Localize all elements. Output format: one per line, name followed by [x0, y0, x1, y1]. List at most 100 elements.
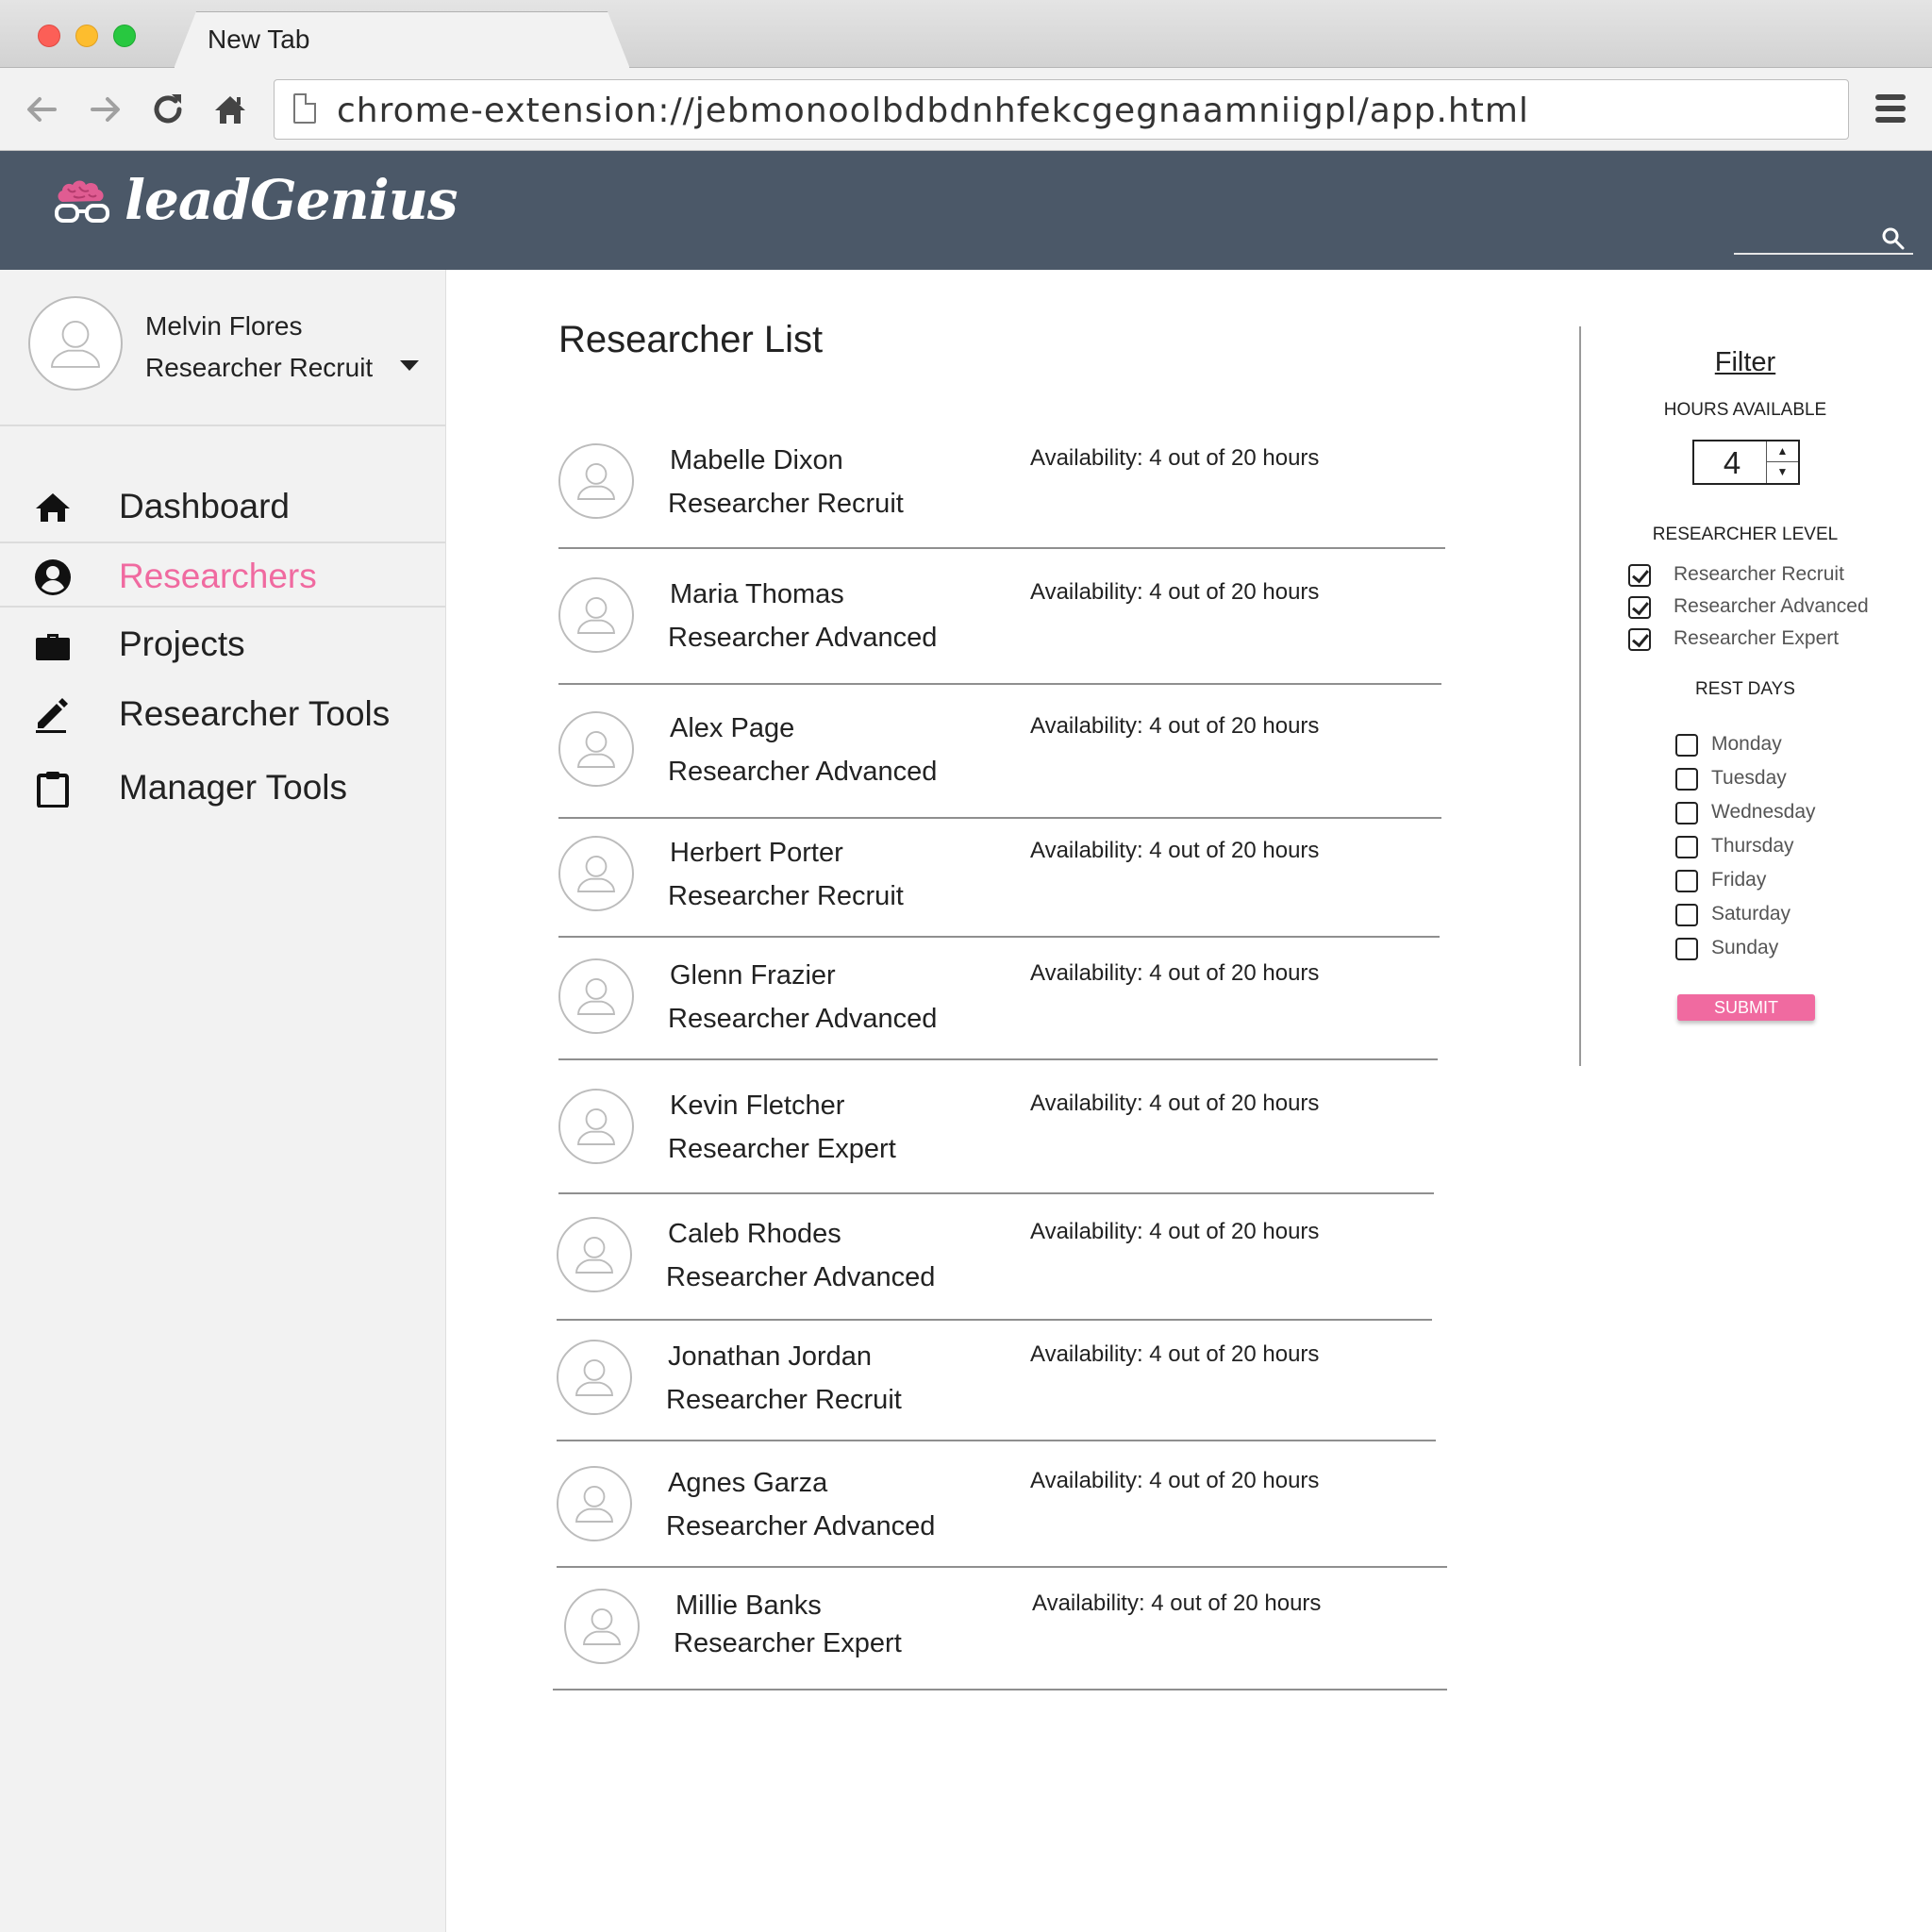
user-silhouette-icon	[577, 856, 615, 892]
avatar	[558, 1089, 634, 1164]
researcher-availability: Availability: 4 out of 20 hours	[1030, 713, 1320, 739]
checkbox-label: Saturday	[1711, 903, 1791, 924]
reload-icon[interactable]	[149, 91, 187, 128]
researcher-name: Mabelle Dixon	[670, 445, 843, 475]
browser-tab-bar: New Tab	[0, 0, 1932, 68]
hours-value[interactable]: 4	[1694, 445, 1770, 481]
researcher-name: Millie Banks	[675, 1591, 822, 1621]
checkbox[interactable]	[1628, 596, 1651, 619]
checkbox-label: Researcher Expert	[1674, 627, 1840, 649]
researcher-availability: Availability: 4 out of 20 hours	[1030, 445, 1320, 471]
checkbox-label: Monday	[1711, 733, 1782, 755]
chevron-down-icon[interactable]	[400, 360, 419, 371]
table-row[interactable]: Herbert Porter Researcher Recruit Availa…	[558, 819, 1440, 938]
researcher-availability: Availability: 4 out of 20 hours	[1030, 1341, 1320, 1367]
sidebar-item-label: Dashboard	[119, 487, 291, 525]
checkbox[interactable]	[1628, 628, 1651, 651]
rest-days-heading: REST DAYS	[1695, 679, 1795, 699]
profile-role: Researcher Recruit	[145, 353, 374, 382]
header-search-input[interactable]	[1734, 253, 1913, 255]
profile-name: Melvin Flores	[145, 311, 303, 341]
app-logo[interactable]: leadGenius	[125, 168, 458, 232]
researcher-availability: Availability: 4 out of 20 hours	[1030, 838, 1320, 863]
user-silhouette-icon	[575, 1359, 613, 1396]
researcher-role: Researcher Advanced	[668, 757, 938, 787]
table-row[interactable]: Alex Page Researcher Advanced Availabili…	[558, 694, 1441, 819]
hours-stepper[interactable]: 4 ▲ ▼	[1692, 440, 1800, 485]
avatar	[558, 958, 634, 1034]
table-row[interactable]: Maria Thomas Researcher Advanced Availab…	[558, 560, 1441, 685]
table-row[interactable]: Glenn Frazier Researcher Advanced Availa…	[558, 941, 1438, 1060]
sidebar-item-label: Researchers	[119, 557, 317, 595]
sidebar-item-label: Projects	[119, 625, 245, 663]
researcher-role: Researcher Expert	[674, 1628, 902, 1658]
home-icon	[36, 493, 70, 522]
sidebar-item-manager-tools[interactable]: Manager Tools	[0, 755, 445, 821]
maximize-window-button[interactable]	[113, 25, 136, 47]
browser-toolbar: chrome-extension://jebmonoolbdbdnhfekcge…	[0, 68, 1932, 151]
home-icon[interactable]	[211, 91, 249, 128]
checkbox[interactable]	[1675, 768, 1698, 791]
profile-card[interactable]: Melvin Flores Researcher Recruit	[0, 270, 445, 426]
avatar	[557, 1217, 632, 1292]
researcher-role: Researcher Advanced	[666, 1262, 936, 1292]
avatar	[558, 577, 634, 653]
hamburger-menu-icon[interactable]	[1875, 94, 1906, 123]
checkbox[interactable]	[1675, 904, 1698, 926]
user-silhouette-icon	[575, 1486, 613, 1523]
checkbox[interactable]	[1675, 836, 1698, 858]
forward-arrow-icon[interactable]	[87, 91, 125, 128]
sidebar-item-label: Manager Tools	[119, 768, 348, 807]
table-row[interactable]: Agnes Garza Researcher Advanced Availabi…	[557, 1449, 1447, 1568]
table-row[interactable]: Mabelle Dixon Researcher Recruit Availab…	[558, 426, 1445, 549]
url-text[interactable]: chrome-extension://jebmonoolbdbdnhfekcge…	[337, 92, 1529, 130]
researcher-availability: Availability: 4 out of 20 hours	[1030, 579, 1320, 605]
sidebar-item-researcher-tools[interactable]: Researcher Tools	[0, 681, 445, 747]
sidebar-item-researchers[interactable]: Researchers	[0, 541, 445, 608]
checkbox[interactable]	[1675, 734, 1698, 757]
user-silhouette-icon	[575, 1237, 613, 1274]
researcher-name: Agnes Garza	[668, 1468, 828, 1498]
table-row[interactable]: Caleb Rhodes Researcher Advanced Availab…	[557, 1200, 1432, 1321]
checkbox[interactable]	[1628, 564, 1651, 587]
user-silhouette-icon	[577, 597, 615, 634]
brain-glasses-logo-icon	[55, 180, 109, 223]
sidebar-item-dashboard[interactable]: Dashboard	[0, 474, 445, 540]
table-row[interactable]: Jonathan Jordan Researcher Recruit Avail…	[557, 1323, 1436, 1441]
checkbox[interactable]	[1675, 802, 1698, 824]
checkbox-label: Thursday	[1711, 835, 1794, 857]
clipboard-icon	[37, 772, 69, 808]
researcher-role: Researcher Recruit	[668, 881, 904, 911]
avatar	[558, 443, 634, 519]
researcher-availability: Availability: 4 out of 20 hours	[1030, 1468, 1320, 1493]
submit-button[interactable]: SUBMIT	[1677, 994, 1815, 1021]
researcher-name: Glenn Frazier	[670, 960, 836, 991]
table-row[interactable]: Millie Banks Researcher Expert Availabil…	[553, 1572, 1447, 1690]
address-bar[interactable]: chrome-extension://jebmonoolbdbdnhfekcge…	[274, 79, 1849, 140]
researcher-level-heading: RESEARCHER LEVEL	[1652, 525, 1839, 544]
briefcase-icon	[36, 634, 70, 660]
checkbox-label: Wednesday	[1711, 801, 1816, 823]
back-arrow-icon[interactable]	[23, 91, 60, 128]
stepper-down-icon[interactable]: ▼	[1767, 462, 1798, 483]
sidebar-item-projects[interactable]: Projects	[0, 611, 445, 677]
checkbox[interactable]	[1675, 870, 1698, 892]
filter-divider	[1579, 326, 1581, 1066]
filter-title: Filter	[1714, 347, 1776, 377]
page-icon	[293, 93, 316, 124]
user-silhouette-icon	[577, 731, 615, 768]
table-row[interactable]: Kevin Fletcher Researcher Expert Availab…	[558, 1072, 1434, 1194]
search-icon[interactable]	[1881, 226, 1906, 251]
avatar	[28, 296, 123, 391]
page-title: Researcher List	[558, 319, 824, 360]
minimize-window-button[interactable]	[75, 25, 98, 47]
checkbox-label: Friday	[1711, 869, 1767, 891]
researcher-name: Kevin Fletcher	[670, 1091, 845, 1121]
stepper-buttons: ▲ ▼	[1766, 441, 1798, 483]
stepper-up-icon[interactable]: ▲	[1767, 441, 1798, 462]
researcher-name: Caleb Rhodes	[668, 1219, 841, 1249]
close-window-button[interactable]	[38, 25, 60, 47]
researcher-role: Researcher Recruit	[668, 489, 904, 519]
avatar	[557, 1340, 632, 1415]
checkbox[interactable]	[1675, 938, 1698, 960]
